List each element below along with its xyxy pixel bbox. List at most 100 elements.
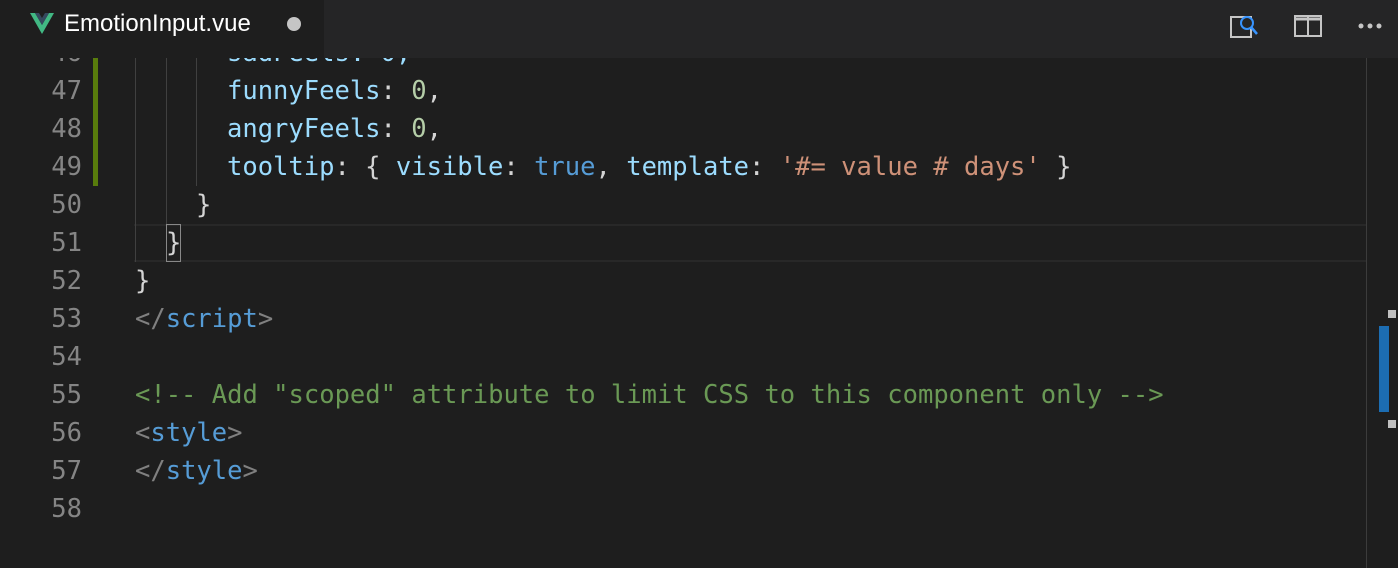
code-text: </style> xyxy=(135,452,258,490)
tag-name-token: style xyxy=(150,418,228,448)
matched-bracket: } xyxy=(166,224,182,262)
indent-guide xyxy=(166,186,167,224)
code-line[interactable]: 48 angryFeels: 0, xyxy=(0,110,1366,148)
modified-line-marker[interactable] xyxy=(93,110,98,148)
current-code-line[interactable]: 51 } xyxy=(0,224,1398,262)
ellipsis-icon xyxy=(1352,8,1388,44)
indent-guide xyxy=(135,186,136,224)
indent-guide xyxy=(196,148,197,186)
current-line-highlight xyxy=(134,224,1398,262)
indent-guide xyxy=(196,58,197,72)
indent-guide xyxy=(166,148,167,186)
indent-guide xyxy=(196,110,197,148)
modified-line-marker[interactable] xyxy=(93,72,98,110)
line-number: 56 xyxy=(51,418,82,448)
code-text: sadFeels: 0, xyxy=(227,58,411,72)
keyword-token: true xyxy=(534,152,596,182)
number-token: 0 xyxy=(411,76,427,106)
overview-marker xyxy=(1388,420,1396,428)
code-line[interactable]: 49 tooltip: { visible: true, template: '… xyxy=(0,148,1366,186)
punctuation-token: : xyxy=(749,152,780,182)
indent-guide xyxy=(166,58,167,72)
tag-bracket-token: > xyxy=(257,304,274,334)
code-text: } xyxy=(196,190,212,220)
punctuation-token: : { xyxy=(334,152,396,182)
code-line[interactable]: 50 } xyxy=(0,186,1366,224)
search-preview-icon xyxy=(1226,8,1262,44)
punctuation-token: : xyxy=(380,76,412,106)
punctuation-token: , xyxy=(426,114,442,144)
indent-guide xyxy=(135,110,136,148)
code-text: tooltip: { visible: true, template: '#= … xyxy=(227,148,1071,186)
tab-emotioninput[interactable]: EmotionInput.vue xyxy=(0,0,324,58)
open-preview-button[interactable] xyxy=(1226,8,1262,44)
code-line[interactable]: 46 sadFeels: 0, xyxy=(0,58,1366,72)
tag-name-token: script xyxy=(165,304,258,334)
punctuation-token: : xyxy=(380,114,412,144)
tab-bar: EmotionInput.vue xyxy=(0,0,1398,58)
line-number: 53 xyxy=(51,304,82,334)
split-editor-button[interactable] xyxy=(1290,8,1326,44)
line-number: 52 xyxy=(51,266,82,296)
line-number: 57 xyxy=(51,456,82,486)
indent-guide xyxy=(196,72,197,110)
unsaved-indicator-icon[interactable] xyxy=(287,17,301,31)
tab-filename: EmotionInput.vue xyxy=(64,10,251,37)
punctuation-token: } xyxy=(1040,152,1072,182)
property-token: funnyFeels xyxy=(227,76,381,106)
overview-marker xyxy=(1388,310,1396,318)
number-token: 0 xyxy=(411,114,427,144)
punctuation-token: : xyxy=(503,152,535,182)
property-token: template xyxy=(626,152,750,182)
code-line[interactable]: 56 <style> xyxy=(0,414,1366,452)
code-line[interactable]: 47 funnyFeels: 0, xyxy=(0,72,1366,110)
code-text: </script> xyxy=(135,300,273,338)
code-text: } xyxy=(135,266,151,296)
tag-bracket-token: > xyxy=(242,456,258,486)
code-text: funnyFeels: 0, xyxy=(227,72,442,110)
comment-token: <!-- Add "scoped" attribute to limit CSS… xyxy=(135,380,1164,410)
modified-line-marker[interactable] xyxy=(93,58,98,72)
editor-window: EmotionInput.vue 47 funnyFeels: 0, 48 an… xyxy=(0,0,1398,568)
vertical-scrollbar[interactable] xyxy=(1367,58,1398,568)
line-number: 48 xyxy=(51,114,82,144)
code-line[interactable]: 58 xyxy=(0,490,1366,528)
punctuation-token: , xyxy=(426,76,442,106)
line-number: 54 xyxy=(51,342,82,372)
code-line[interactable]: 52 } xyxy=(0,262,1366,300)
line-number: 50 xyxy=(51,190,82,220)
modified-line-marker[interactable] xyxy=(93,148,98,186)
string-token: '#= value # days' xyxy=(779,152,1041,182)
tag-bracket-token: </ xyxy=(135,304,166,334)
line-number: 46 xyxy=(0,58,82,72)
code-text: angryFeels: 0, xyxy=(227,110,442,148)
code-line[interactable]: 57 </style> xyxy=(0,452,1366,490)
indent-guide xyxy=(135,148,136,186)
more-actions-button[interactable] xyxy=(1352,8,1388,44)
property-token: visible xyxy=(395,152,504,182)
scrollbar-slider[interactable] xyxy=(1379,326,1389,412)
code-line[interactable]: 55 <!-- Add "scoped" attribute to limit … xyxy=(0,376,1366,414)
line-number: 47 xyxy=(51,76,82,106)
punctuation-token: , xyxy=(595,152,627,182)
line-number: 58 xyxy=(51,494,82,524)
line-number: 51 xyxy=(51,228,82,258)
code-editor[interactable]: 46 sadFeels: 0, 47 funnyFeels: 0, 48 xyxy=(0,58,1398,568)
vue-file-icon xyxy=(30,13,54,35)
line-number: 49 xyxy=(51,152,82,182)
tag-bracket-token: > xyxy=(227,418,243,448)
code-line[interactable]: 53 </script> xyxy=(0,300,1366,338)
indent-guide xyxy=(166,72,167,110)
code-text: <style> xyxy=(135,414,242,452)
indent-guide xyxy=(135,58,136,72)
tag-name-token: style xyxy=(165,456,243,486)
indent-guide xyxy=(166,110,167,148)
indent-guide xyxy=(135,72,136,110)
tag-bracket-token: </ xyxy=(135,456,166,486)
code-line[interactable]: 54 xyxy=(0,338,1366,376)
split-editor-icon xyxy=(1290,8,1326,44)
tag-bracket-token: < xyxy=(135,418,151,448)
line-number: 55 xyxy=(51,380,82,410)
property-token: tooltip xyxy=(227,152,335,182)
property-token: angryFeels xyxy=(227,114,381,144)
